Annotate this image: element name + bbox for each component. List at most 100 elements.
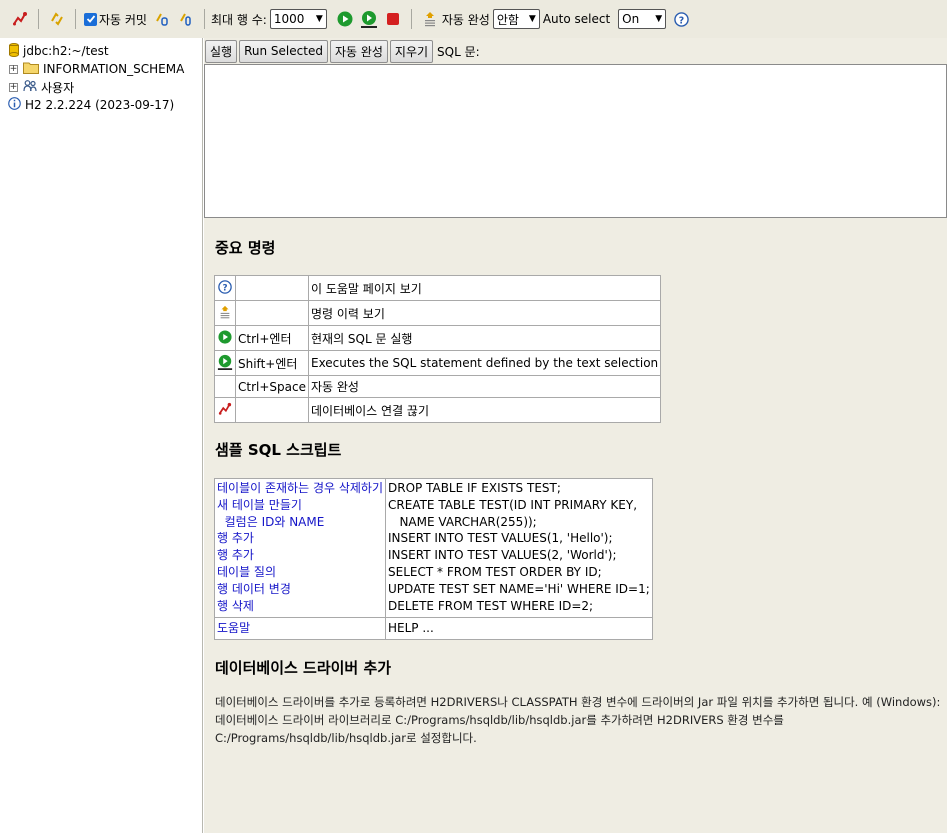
- shortcut-cell: [235, 397, 309, 423]
- tree-item-information-schema[interactable]: + INFORMATION_SCHEMA: [0, 60, 202, 78]
- max-rows-value: 1000: [273, 12, 305, 26]
- help-icon[interactable]: ?: [672, 10, 690, 28]
- sample-link-update[interactable]: 행 데이터 변경: [217, 581, 383, 598]
- description-cell: 자동 완성: [307, 375, 662, 398]
- description-cell: 데이터베이스 연결 끊기: [307, 397, 662, 423]
- sample-link-delete[interactable]: 행 삭제: [217, 598, 383, 615]
- sample-link-create[interactable]: 새 테이블 만들기: [217, 497, 383, 514]
- description-cell: Executes the SQL statement defined by th…: [307, 350, 662, 376]
- shortcut-cell: Ctrl+Space: [235, 375, 309, 398]
- table-row: Ctrl+엔터 현재의 SQL 문 실행: [214, 325, 662, 351]
- sql-editor[interactable]: [204, 64, 947, 218]
- autoselect-label: Auto select: [542, 12, 611, 26]
- version-label: H2 2.2.224 (2023-09-17): [25, 98, 175, 112]
- table-row: ? 이 도움말 페이지 보기: [214, 275, 662, 301]
- chevron-down-icon: ▼: [315, 14, 323, 24]
- sql-line: HELP ...: [385, 617, 653, 641]
- max-rows-select[interactable]: 1000 ▼: [269, 9, 327, 29]
- sample-link-help[interactable]: 도움말: [217, 621, 250, 635]
- sample-link-insert-2[interactable]: 행 추가: [217, 547, 383, 564]
- sample-link-select[interactable]: 테이블 질의: [217, 564, 383, 581]
- table-row: 도움말 HELP ...: [213, 617, 653, 641]
- table-row: 명령 이력 보기: [214, 300, 662, 326]
- sql-line: CREATE TABLE TEST(ID INT PRIMARY KEY,: [388, 497, 638, 512]
- help-icon[interactable]: ?: [217, 279, 233, 295]
- sql-line: UPDATE TEST SET NAME='Hi' WHERE ID=1;: [388, 581, 650, 596]
- run-icon[interactable]: [217, 329, 233, 345]
- driver-section-title: 데이터베이스 드라이버 추가: [215, 659, 392, 677]
- description-cell: 이 도움말 페이지 보기: [307, 275, 662, 301]
- sample-sql-table: 테이블이 존재하는 경우 삭제하기 새 테이블 만들기 컬럼은 ID와 NAME…: [213, 477, 653, 641]
- toolbar-separator: [38, 9, 39, 29]
- run-icon[interactable]: [336, 10, 354, 28]
- disconnect-icon[interactable]: [217, 401, 233, 417]
- tree-connection-label: jdbc:h2:~/test: [23, 44, 109, 58]
- main-panel: 실행 Run Selected 자동 완성 지우기 SQL 문: 중요 명령 ?…: [204, 38, 947, 833]
- toolbar-separator: [75, 9, 76, 29]
- sql-line: DELETE FROM TEST WHERE ID=2;: [388, 598, 594, 613]
- svg-text:?: ?: [678, 15, 683, 26]
- autocomplete-select[interactable]: 안함 ▼: [492, 9, 540, 29]
- sample-sql-cell: DROP TABLE IF EXISTS TEST; CREATE TABLE …: [385, 477, 653, 619]
- max-rows-label: 최대 행 수:: [210, 12, 267, 27]
- driver-description: 데이터베이스 드라이버를 추가로 등록하려면 H2DRIVERS나 CLASSP…: [215, 695, 941, 745]
- disconnect-icon[interactable]: [11, 10, 29, 28]
- autocommit-checkbox[interactable]: [84, 12, 97, 26]
- autocommit-label: 자동 커밋: [99, 12, 147, 27]
- expand-icon[interactable]: +: [9, 82, 18, 92]
- info-icon: [8, 97, 21, 113]
- table-row: Shift+엔터 Executes the SQL statement defi…: [214, 350, 662, 376]
- sql-line: SELECT * FROM TEST ORDER BY ID;: [388, 564, 602, 579]
- history-icon[interactable]: [217, 304, 233, 320]
- sample-link-columns[interactable]: 컬럼은 ID와 NAME: [217, 514, 383, 531]
- rollback-icon[interactable]: [153, 10, 171, 28]
- autoselect-select[interactable]: On ▼: [618, 9, 667, 29]
- stop-icon[interactable]: [384, 10, 402, 28]
- shortcut-cell: [235, 275, 309, 301]
- description-cell: 명령 이력 보기: [307, 300, 662, 326]
- autoselect-value: On: [622, 12, 640, 26]
- sql-line: NAME VARCHAR(255));: [388, 514, 537, 529]
- shortcut-cell: Ctrl+엔터: [235, 325, 309, 351]
- tree-item-label: INFORMATION_SCHEMA: [43, 62, 185, 76]
- autocomplete-label: 자동 완성: [441, 12, 490, 27]
- toolbar-separator: [203, 9, 205, 29]
- important-commands-title: 중요 명령: [215, 239, 276, 257]
- run-selected-icon[interactable]: [217, 354, 233, 370]
- run-selected-icon[interactable]: [360, 10, 378, 28]
- commit-icon[interactable]: [177, 10, 195, 28]
- sample-link-drop[interactable]: 테이블이 존재하는 경우 삭제하기: [217, 480, 383, 497]
- sample-link-insert-1[interactable]: 행 추가: [217, 530, 383, 547]
- sample-links-cell: 테이블이 존재하는 경우 삭제하기 새 테이블 만들기 컬럼은 ID와 NAME…: [213, 477, 387, 619]
- schema-tree: jdbc:h2:~/test + INFORMATION_SCHEMA + 사용…: [0, 38, 203, 833]
- clear-button[interactable]: 지우기: [389, 39, 434, 63]
- chevron-down-icon: ▼: [655, 14, 663, 24]
- table-row: Ctrl+Space 자동 완성: [214, 375, 662, 398]
- run-selected-button[interactable]: Run Selected: [239, 39, 328, 63]
- history-icon[interactable]: [421, 10, 439, 28]
- description-cell: 현재의 SQL 문 실행: [307, 325, 662, 351]
- folder-icon: [23, 61, 39, 77]
- database-icon: [9, 42, 19, 60]
- expand-icon[interactable]: +: [9, 64, 18, 74]
- sql-line: INSERT INTO TEST VALUES(1, 'Hello');: [388, 531, 613, 546]
- chevron-down-icon: ▼: [528, 14, 536, 24]
- toolbar: 자동 커밋 최대 행 수: 1000 ▼ 자동 완성 안함 ▼ Auto sel…: [0, 0, 947, 38]
- autocomplete-button[interactable]: 자동 완성: [329, 39, 388, 63]
- sql-line: INSERT INTO TEST VALUES(2, 'World');: [388, 548, 617, 563]
- command-bar: 실행 Run Selected 자동 완성 지우기 SQL 문:: [204, 38, 947, 64]
- autocomplete-value: 안함: [496, 12, 519, 27]
- toolbar-separator: [410, 9, 412, 29]
- tree-item-label: 사용자: [41, 80, 75, 95]
- run-button[interactable]: 실행: [205, 39, 238, 63]
- table-row: 데이터베이스 연결 끊기: [214, 397, 662, 423]
- tree-connection[interactable]: jdbc:h2:~/test: [0, 42, 202, 60]
- refresh-icon[interactable]: [48, 10, 66, 28]
- svg-text:?: ?: [222, 284, 227, 294]
- sample-sql-title: 샘플 SQL 스크립트: [215, 441, 342, 459]
- sql-line: DROP TABLE IF EXISTS TEST;: [388, 481, 561, 495]
- tree-item-users[interactable]: + 사용자: [0, 78, 202, 96]
- sql-statement-label: SQL 문:: [437, 44, 480, 59]
- tree-version: H2 2.2.224 (2023-09-17): [0, 96, 202, 114]
- shortcut-cell: Shift+엔터: [235, 350, 309, 376]
